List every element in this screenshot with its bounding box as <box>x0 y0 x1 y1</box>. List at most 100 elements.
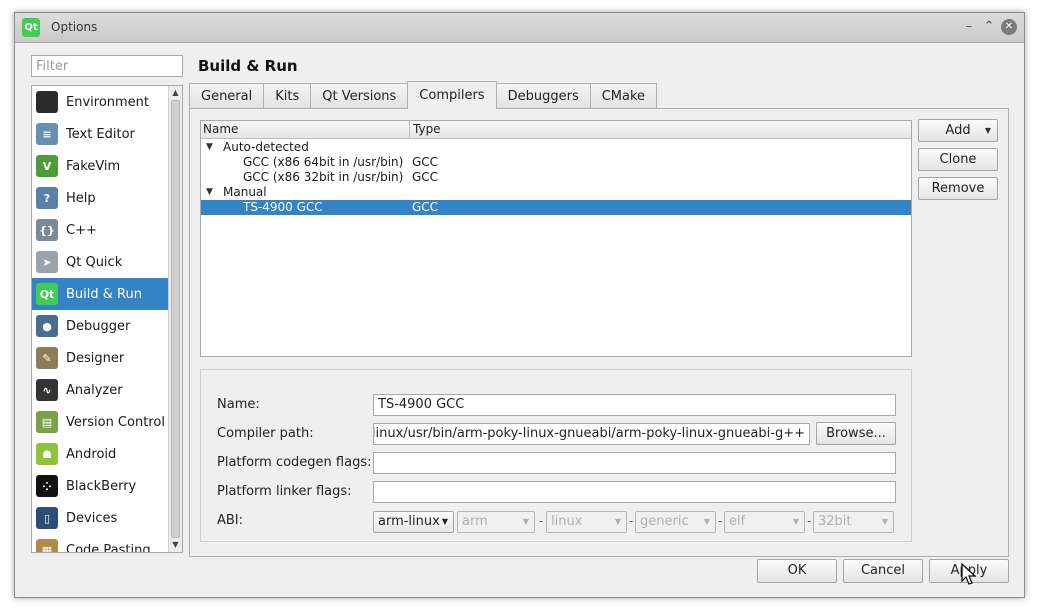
category-item[interactable]: Qt Build & Run <box>32 278 168 310</box>
analyzer-icon: ∿ <box>36 379 58 401</box>
category-item[interactable]: ▯ Devices <box>32 502 168 534</box>
category-label: Environment <box>66 94 150 110</box>
category-item[interactable]: ➤ Qt Quick <box>32 246 168 278</box>
linker-flags-field[interactable] <box>373 481 896 503</box>
category-label: Designer <box>66 350 125 366</box>
abi-separator: - <box>807 514 812 528</box>
chevron-down-icon: ▼ <box>441 517 448 526</box>
tab-debuggers[interactable]: Debuggers <box>495 83 591 109</box>
blackberry-icon: ⁘ <box>36 475 58 497</box>
category-item[interactable]: ⁘ BlackBerry <box>32 470 168 502</box>
compiler-name: GCC (x86 64bit in /usr/bin) <box>243 155 404 169</box>
window-title: Options <box>51 20 98 34</box>
category-item[interactable]: ≡ Text Editor <box>32 118 168 150</box>
chevron-down-icon: ▼ <box>614 517 621 526</box>
category-item[interactable]: {} C++ <box>32 214 168 246</box>
close-icon[interactable]: ✕ <box>1001 19 1017 35</box>
version-control-icon: ▤ <box>36 411 58 433</box>
expand-arrow-icon[interactable]: ▼ <box>206 185 213 200</box>
options-dialog: Qt Options – ⌃ ✕ Environment ≡ Text Editor… <box>14 12 1025 598</box>
abi-width-value: 32bit <box>818 514 852 529</box>
category-item[interactable]: ✎ Designer <box>32 342 168 374</box>
abi-separator: - <box>718 514 723 528</box>
chevron-down-icon: ▼ <box>881 517 888 526</box>
category-item[interactable]: ▦ Code Pasting <box>32 534 168 553</box>
tab-cmake[interactable]: CMake <box>589 83 658 109</box>
compiler-type: GCC <box>412 170 439 184</box>
abi-preset-value: arm-linux <box>378 514 440 529</box>
category-label: Android <box>66 446 117 462</box>
fakevim-icon: V <box>36 155 58 177</box>
compilers-tree[interactable]: Name Type ▼ Auto-detected GCC (x86 64bit i… <box>200 120 912 357</box>
minimize-icon[interactable]: – <box>961 19 977 35</box>
maximize-icon[interactable]: ⌃ <box>981 19 997 35</box>
category-label: Build & Run <box>66 286 142 302</box>
tab-qt-versions[interactable]: Qt Versions <box>310 83 409 109</box>
category-item[interactable]: ? Help <box>32 182 168 214</box>
code-pasting-icon: ▦ <box>36 539 58 552</box>
abi-preset-combo[interactable]: arm-linux ▼ <box>373 511 454 533</box>
compiler-path-field[interactable]: /sdk-linux/usr/bin/arm-poky-linux-gnueab… <box>373 423 810 445</box>
tree-header: Name Type <box>201 121 911 139</box>
chevron-down-icon: ▼ <box>703 517 710 526</box>
add-button[interactable]: Add ▼ <box>918 119 998 142</box>
remove-button[interactable]: Remove <box>918 177 998 200</box>
column-divider[interactable] <box>409 121 410 138</box>
name-field[interactable]: TS-4900 GCC <box>373 394 896 416</box>
category-label: Help <box>66 190 96 206</box>
designer-icon: ✎ <box>36 347 58 369</box>
abi-flavor-value: generic <box>640 514 689 529</box>
filter-input[interactable] <box>31 55 183 77</box>
category-label: Code Pasting <box>66 542 151 553</box>
category-item[interactable]: ● Debugger <box>32 310 168 342</box>
abi-width-combo: 32bit ▼ <box>813 511 894 533</box>
category-label: Qt Quick <box>66 254 123 270</box>
category-scrollbar[interactable]: ▲ ▼ <box>168 86 182 552</box>
category-item[interactable]: ▤ Version Control <box>32 406 168 438</box>
chevron-down-icon: ▼ <box>792 517 799 526</box>
category-item[interactable]: ☗ Android <box>32 438 168 470</box>
compiler-name: TS-4900 GCC <box>243 200 323 214</box>
paper-plane-icon: ➤ <box>36 251 58 273</box>
tab-compilers[interactable]: Compilers <box>407 81 497 109</box>
category-label: Analyzer <box>66 382 123 398</box>
compiler-row[interactable]: GCC (x86 32bit in /usr/bin) GCC <box>201 170 911 185</box>
compiler-type: GCC <box>412 155 439 169</box>
codegen-flags-label: Platform codegen flags: <box>217 455 372 470</box>
scroll-down-icon[interactable]: ▼ <box>169 538 182 552</box>
linker-flags-label: Platform linker flags: <box>217 484 352 499</box>
compiler-path-value: /sdk-linux/usr/bin/arm-poky-linux-gnueab… <box>373 426 805 441</box>
braces-icon: {} <box>36 219 58 241</box>
scrollbar-thumb[interactable] <box>171 100 180 538</box>
cancel-button[interactable]: Cancel <box>843 559 923 583</box>
tab-kits[interactable]: Kits <box>263 83 312 109</box>
chevron-down-icon: ▼ <box>522 517 529 526</box>
tree-group-row[interactable]: ▼ Auto-detected <box>201 140 911 155</box>
browse-button[interactable]: Browse... <box>816 422 896 445</box>
abi-arch-combo: arm ▼ <box>457 511 535 533</box>
category-label: BlackBerry <box>66 478 137 494</box>
codegen-flags-field[interactable] <box>373 452 896 474</box>
expand-arrow-icon[interactable]: ▼ <box>206 140 213 155</box>
abi-format-value: elf <box>729 514 746 529</box>
tree-group-row[interactable]: ▼ Manual <box>201 185 911 200</box>
scroll-up-icon[interactable]: ▲ <box>169 86 182 100</box>
category-label: Text Editor <box>66 126 135 142</box>
qt-logo-icon: Qt <box>22 18 40 37</box>
column-header-name[interactable]: Name <box>203 122 238 136</box>
category-item[interactable]: Environment <box>32 86 168 118</box>
abi-arch-value: arm <box>462 514 488 529</box>
category-item[interactable]: ∿ Analyzer <box>32 374 168 406</box>
debugger-icon: ● <box>36 315 58 337</box>
clone-button[interactable]: Clone <box>918 148 998 171</box>
category-label: Version Control <box>66 414 165 430</box>
category-item[interactable]: V FakeVim <box>32 150 168 182</box>
ok-button[interactable]: OK <box>757 559 837 583</box>
tab-general[interactable]: General <box>189 83 265 109</box>
name-label: Name: <box>217 397 260 412</box>
compiler-row[interactable]: GCC (x86 64bit in /usr/bin) GCC <box>201 155 911 170</box>
compiler-row[interactable]: TS-4900 GCC GCC <box>201 200 911 215</box>
column-header-type[interactable]: Type <box>413 122 441 136</box>
mouse-pointer-icon <box>961 563 977 585</box>
category-list: Environment ≡ Text Editor V FakeVim? Help {} C+… <box>31 85 183 553</box>
